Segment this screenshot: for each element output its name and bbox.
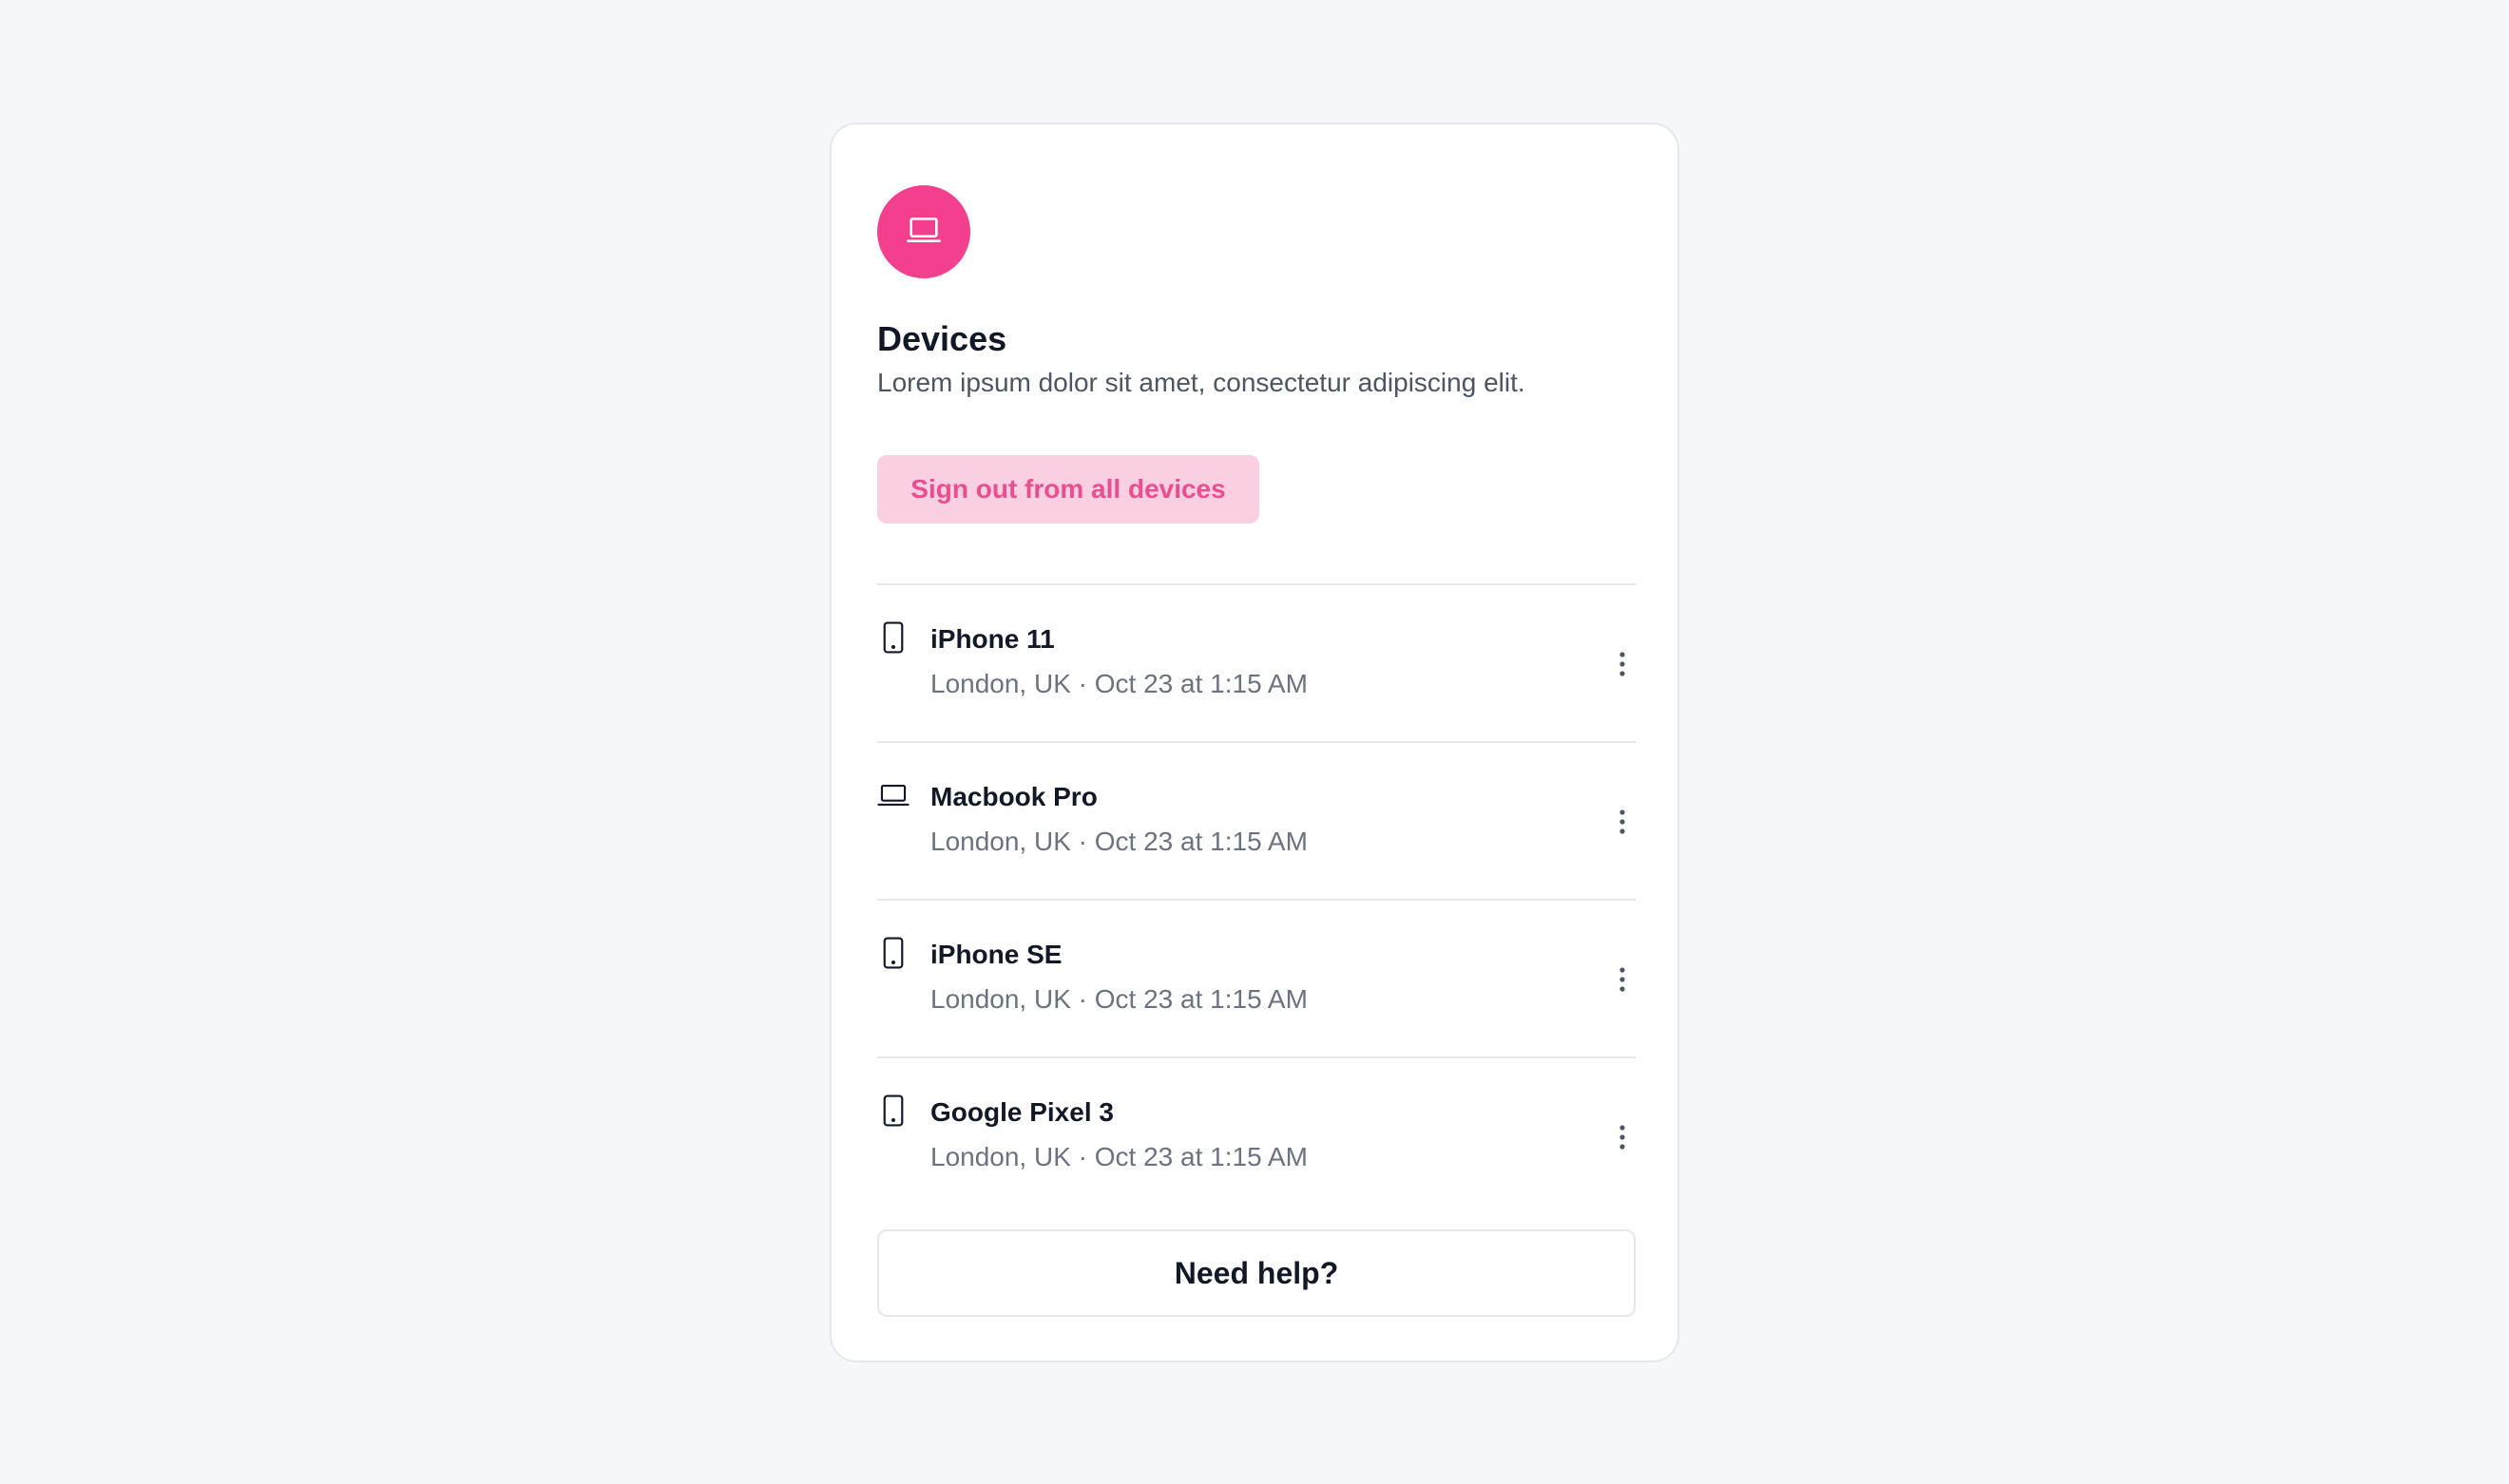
- sign-out-all-button[interactable]: Sign out from all devices: [877, 455, 1259, 523]
- more-options-icon[interactable]: [1609, 640, 1636, 688]
- device-name: iPhone SE: [930, 940, 1063, 969]
- page-title: Devices: [877, 319, 1007, 358]
- device-meta: London, UK · Oct 23 at 1:15 AM: [930, 827, 1308, 856]
- more-options-icon[interactable]: [1609, 956, 1636, 1003]
- devices-card-content: Devices Lorem ipsum dolor sit amet, cons…: [877, 185, 1636, 1317]
- list-item: Macbook Pro London, UK · Oct 23 at 1:15 …: [877, 743, 1636, 901]
- laptop-icon: [877, 779, 910, 811]
- laptop-icon: [905, 211, 943, 254]
- devices-header-avatar: [877, 185, 970, 278]
- device-name: Macbook Pro: [930, 782, 1098, 811]
- devices-card: Devices Lorem ipsum dolor sit amet, cons…: [830, 123, 1679, 1362]
- phone-icon: [877, 937, 910, 969]
- more-options-icon[interactable]: [1609, 798, 1636, 846]
- need-help-button[interactable]: Need help?: [877, 1229, 1636, 1317]
- device-name: Google Pixel 3: [930, 1097, 1114, 1127]
- phone-icon: [877, 621, 910, 654]
- device-meta: London, UK · Oct 23 at 1:15 AM: [930, 1142, 1308, 1171]
- device-meta: London, UK · Oct 23 at 1:15 AM: [930, 669, 1308, 698]
- list-item: iPhone 11 London, UK · Oct 23 at 1:15 AM: [877, 585, 1636, 743]
- phone-icon: [877, 1094, 910, 1127]
- list-item: Google Pixel 3 London, UK · Oct 23 at 1:…: [877, 1058, 1636, 1216]
- page-description: Lorem ipsum dolor sit amet, consectetur …: [877, 368, 1525, 397]
- device-list: iPhone 11 London, UK · Oct 23 at 1:15 AM…: [877, 583, 1636, 1216]
- more-options-icon[interactable]: [1609, 1113, 1636, 1161]
- list-item: iPhone SE London, UK · Oct 23 at 1:15 AM: [877, 901, 1636, 1058]
- device-meta: London, UK · Oct 23 at 1:15 AM: [930, 984, 1308, 1014]
- device-name: iPhone 11: [930, 624, 1055, 654]
